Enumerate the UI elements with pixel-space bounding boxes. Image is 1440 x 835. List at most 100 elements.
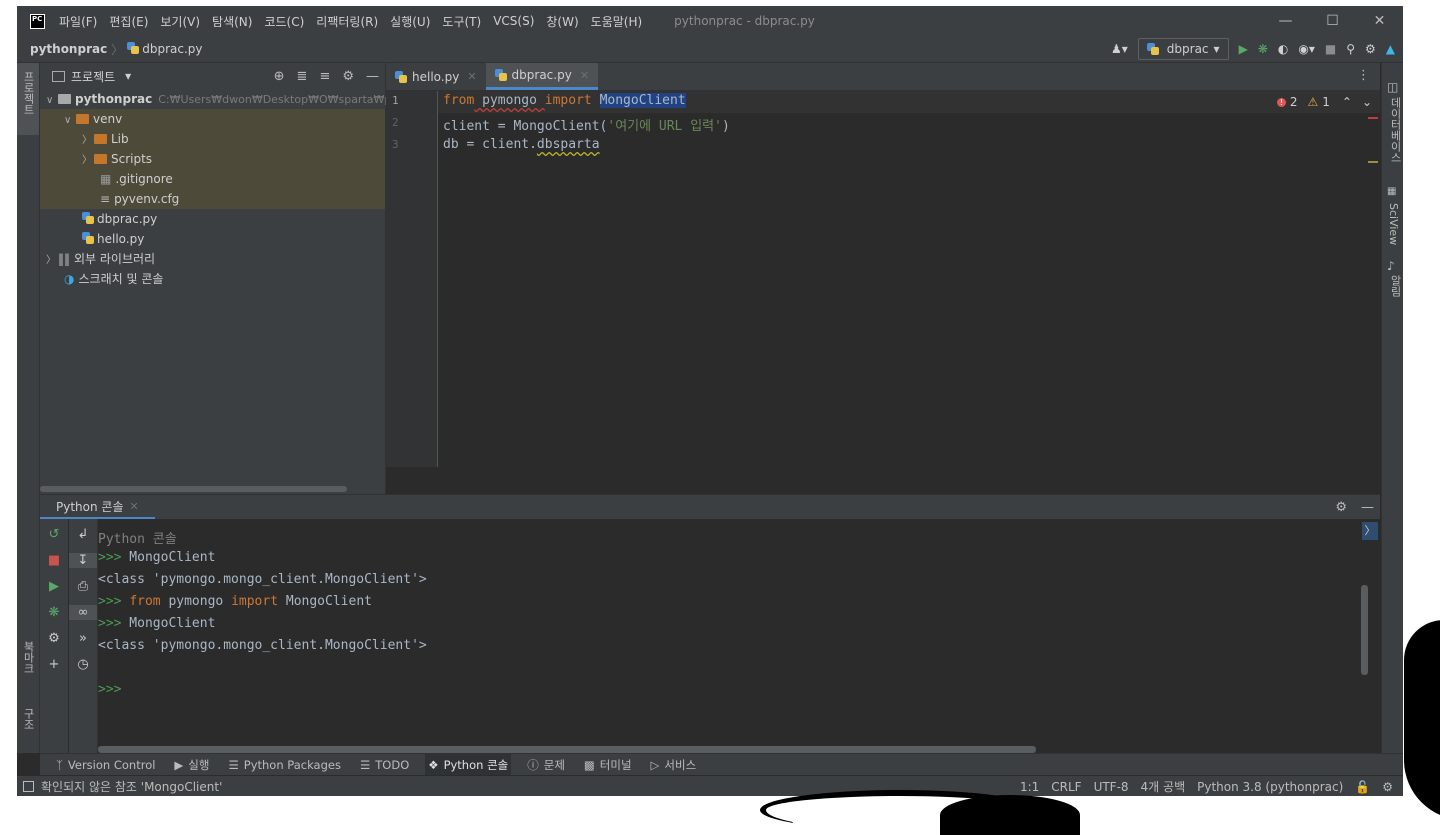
rerun-icon[interactable]: ↺: [40, 527, 68, 542]
debug-icon[interactable]: ❋: [40, 605, 68, 620]
tool-tab-structure[interactable]: 구조: [20, 708, 36, 730]
python-interpreter[interactable]: Python 3.8 (pythonprac): [1197, 780, 1343, 794]
tool-tab-terminal[interactable]: ▩ 터미널: [581, 754, 635, 776]
soft-wrap-icon[interactable]: ↲: [69, 527, 97, 542]
menu-window[interactable]: 창(W): [546, 13, 578, 30]
maximize-icon[interactable]: ☐: [1309, 6, 1356, 36]
run-icon[interactable]: ▶: [1239, 42, 1248, 56]
tool-tab-python-packages[interactable]: ☰ Python Packages: [225, 754, 344, 776]
tree-item-gitignore[interactable]: ▦ .gitignore: [40, 169, 385, 189]
chevron-down-icon[interactable]: ▾: [125, 69, 131, 83]
more-icon[interactable]: ⋮: [1357, 68, 1370, 83]
caret-position[interactable]: 1:1: [1020, 780, 1039, 794]
tree-item-scratches[interactable]: ◑ 스크래치 및 콘솔: [40, 269, 385, 289]
search-icon[interactable]: ⚲: [1346, 42, 1355, 56]
panel-toggle-icon[interactable]: [23, 781, 34, 792]
tree-item-venv[interactable]: ∨ venv: [40, 109, 385, 129]
file-encoding[interactable]: UTF-8: [1094, 780, 1129, 794]
profile-icon[interactable]: ◉▾: [1298, 42, 1315, 56]
chevron-down-icon[interactable]: ⌄: [1362, 95, 1372, 109]
close-icon[interactable]: ✕: [467, 70, 476, 83]
locate-icon[interactable]: ⊕: [274, 69, 285, 84]
tab-python-console[interactable]: Python 콘솔 ✕: [40, 495, 155, 520]
chevron-right-icon[interactable]: 〉: [1362, 522, 1378, 540]
menu-file[interactable]: 파일(F): [59, 13, 97, 30]
menu-navigate[interactable]: 탐색(N): [212, 13, 252, 30]
console-prompt: >>>: [98, 550, 122, 565]
run-config-select[interactable]: dbprac ▾: [1137, 38, 1229, 60]
breadcrumb-project[interactable]: pythonprac: [30, 42, 107, 56]
chevron-up-icon[interactable]: ⌃: [1342, 95, 1352, 109]
error-stripe-marker[interactable]: [1368, 117, 1378, 119]
run-icon[interactable]: ▶: [40, 579, 68, 594]
close-icon[interactable]: ✕: [130, 500, 139, 513]
settings-icon[interactable]: ⚙: [40, 631, 68, 646]
console-input-line[interactable]: >>>: [98, 682, 121, 697]
tree-item-pythonprac[interactable]: ∨ pythonprac C:₩Users₩dwon₩Desktop₩O₩spart…: [40, 89, 409, 109]
gear-icon[interactable]: ⚙: [1335, 500, 1347, 515]
show-variables-icon[interactable]: ∞: [69, 605, 97, 620]
lock-icon[interactable]: 🔓: [1355, 780, 1370, 794]
close-icon[interactable]: ✕: [580, 69, 589, 82]
print-icon[interactable]: ⎙: [69, 579, 97, 594]
tool-tab-version-control[interactable]: ᛉ Version Control: [53, 754, 158, 776]
breadcrumb-file[interactable]: dbprac.py: [127, 42, 203, 56]
menu-vcs[interactable]: VCS(S): [493, 14, 534, 28]
menu-refactor[interactable]: 리팩터링(R): [316, 13, 378, 30]
hide-icon[interactable]: —: [1361, 500, 1374, 515]
project-panel: 프로젝트 ▾ ⊕ ≣ ≡ ⚙ — ∨ pythonprac C:₩Users₩dwo…: [40, 63, 409, 494]
tool-tab-run[interactable]: ▶ 실행: [171, 754, 212, 776]
menu-help[interactable]: 도움말(H): [591, 13, 643, 30]
tool-tab-services[interactable]: ▷ 서비스: [648, 754, 700, 776]
tree-item-external-libraries[interactable]: 〉 ‖‖ 외부 라이브러리: [40, 249, 385, 269]
tree-item-hello[interactable]: hello.py: [40, 229, 385, 249]
coverage-icon[interactable]: ◐: [1278, 42, 1288, 56]
tool-tab-database[interactable]: 데이터베이스: [1387, 97, 1403, 163]
tab-hello-py[interactable]: hello.py ✕: [386, 63, 486, 90]
tree-item-lib[interactable]: 〉 Lib: [40, 129, 385, 149]
debug-icon[interactable]: ❋: [1258, 42, 1268, 56]
console-vertical-scrollbar[interactable]: [1361, 585, 1368, 675]
settings-icon[interactable]: ⚙: [1365, 42, 1376, 56]
project-panel-title[interactable]: 프로젝트: [71, 68, 115, 85]
tool-tab-notifications[interactable]: 알림: [1387, 275, 1403, 297]
execute-more-icon[interactable]: »: [69, 631, 97, 646]
tree-item-scripts[interactable]: 〉 Scripts: [40, 149, 385, 169]
tab-dbprac-py[interactable]: dbprac.py ✕: [485, 63, 599, 90]
line-separator[interactable]: CRLF: [1051, 780, 1081, 794]
tree-item-pyvenv-cfg[interactable]: ≡ pyvenv.cfg: [40, 189, 385, 209]
indent-setting[interactable]: 4개 공백: [1141, 778, 1186, 795]
scroll-to-end-icon[interactable]: ↧: [69, 553, 97, 568]
tool-tab-python-console[interactable]: ❖ Python 콘솔: [425, 754, 512, 776]
tool-tab-sciview[interactable]: SciView: [1387, 203, 1400, 245]
warning-stripe-marker[interactable]: [1368, 161, 1378, 163]
inspector-icon[interactable]: ⚙: [1382, 780, 1393, 794]
menu-run[interactable]: 실행(U): [390, 13, 430, 30]
expand-all-icon[interactable]: ≣: [297, 69, 308, 84]
inspection-widget[interactable]: ! 2 ⚠ 1 ⌃ ⌄: [1276, 95, 1372, 109]
collapse-all-icon[interactable]: ≡: [319, 69, 330, 84]
tool-tab-problems[interactable]: ⓘ 문제: [524, 754, 568, 776]
tool-tab-project[interactable]: 프로젝트: [20, 71, 36, 115]
hide-icon[interactable]: —: [366, 69, 379, 84]
plugin-icon[interactable]: ▲: [1386, 42, 1395, 56]
close-icon[interactable]: ✕: [1356, 6, 1403, 36]
project-scrollbar[interactable]: [40, 486, 347, 492]
tool-tab-todo[interactable]: ☰ TODO: [357, 754, 412, 776]
add-icon[interactable]: +: [40, 657, 68, 672]
stop-icon[interactable]: ■: [1325, 42, 1336, 56]
menu-tools[interactable]: 도구(T): [442, 13, 481, 30]
console-horizontal-scrollbar[interactable]: [98, 746, 1036, 753]
menu-code[interactable]: 코드(C): [264, 13, 304, 30]
menu-view[interactable]: 보기(V): [160, 13, 200, 30]
python-console[interactable]: ↺ ■ ▶ ❋ ⚙ + ↲ ↧ ⎙ ∞ » ◷ Python 콘솔 >>> Mo…: [40, 519, 1380, 753]
user-icon[interactable]: ♟▾: [1111, 42, 1128, 56]
tool-tab-bookmarks[interactable]: 북마크: [20, 641, 36, 674]
history-icon[interactable]: ◷: [69, 657, 97, 672]
tree-item-dbprac[interactable]: dbprac.py: [40, 209, 385, 229]
gear-icon[interactable]: ⚙: [342, 69, 354, 84]
code-editor[interactable]: 1 2 3 from pymongo import MongoClient cl…: [386, 91, 1380, 494]
stop-icon[interactable]: ■: [40, 553, 68, 568]
minimize-icon[interactable]: —: [1262, 6, 1309, 36]
menu-edit[interactable]: 편집(E): [109, 13, 148, 30]
